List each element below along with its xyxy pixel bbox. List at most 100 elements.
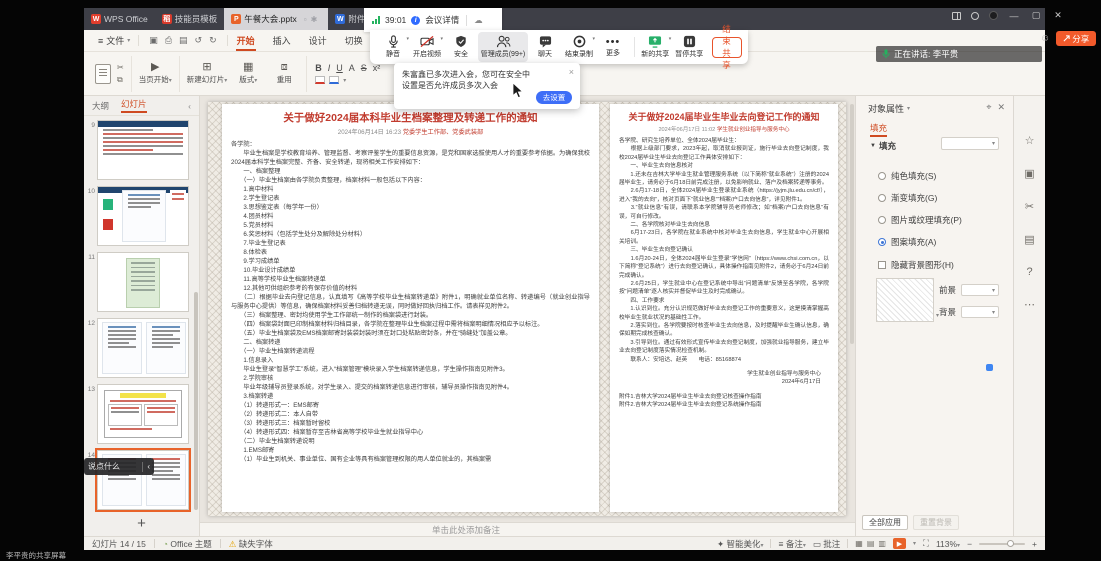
pause-share-button[interactable]: 暂停共享: [672, 32, 706, 62]
slide-thumbnail[interactable]: [97, 384, 189, 444]
tab-restore-icon[interactable]: ▫: [304, 15, 307, 24]
ribbon-tab-transition[interactable]: 切换: [336, 32, 372, 49]
layout-switch-icon[interactable]: [952, 12, 961, 20]
text-color-icon[interactable]: [329, 76, 339, 84]
share-button[interactable]: 分享: [1056, 31, 1096, 46]
print-icon[interactable]: ⎙: [165, 35, 172, 46]
pattern-preview[interactable]: [876, 278, 934, 322]
export-icon[interactable]: ▤: [179, 35, 188, 46]
cut-tool-icon[interactable]: ✂: [1025, 200, 1034, 213]
slideshow-play-button[interactable]: ▶: [893, 538, 906, 549]
maximize-button[interactable]: ▢: [1030, 10, 1042, 21]
zoom-slider[interactable]: [979, 543, 1025, 545]
go-settings-button[interactable]: 去设置: [536, 91, 572, 104]
meeting-detail-link[interactable]: 会议详情: [425, 14, 459, 26]
highlight-color-icon[interactable]: [315, 76, 325, 84]
file-menu-button[interactable]: ≡ 文件 ▾: [90, 34, 138, 47]
new-slide-button[interactable]: ⊞ 新建幻灯片▾: [187, 62, 228, 85]
slide-thumbnail-row[interactable]: 10: [84, 186, 199, 246]
tab-presentation-active[interactable]: P 午餐大会.pptx ▫✱: [224, 8, 328, 30]
panel-scrollbar[interactable]: [194, 292, 198, 510]
slide-canvas[interactable]: 关于做好2024届本科毕业生档案整理及转递工作的通知 2024年06月14日 1…: [200, 96, 855, 522]
slide-thumbnail[interactable]: [97, 120, 189, 180]
copy-icon[interactable]: ⧉: [117, 75, 124, 85]
missing-font-warning[interactable]: ⚠ 缺失字体: [229, 538, 273, 550]
panel-collapse-icon[interactable]: ‹: [188, 101, 191, 111]
comments-button[interactable]: ▭ 批注: [813, 538, 840, 550]
minimize-button[interactable]: —: [1008, 11, 1020, 21]
theme-indicator[interactable]: ◔ Office 主题: [163, 538, 212, 550]
superscript-button[interactable]: x²: [373, 63, 381, 73]
more-icon[interactable]: ⋯: [1024, 298, 1035, 311]
notes-bar[interactable]: 单击此处添加备注: [200, 522, 855, 536]
chevron-down-icon[interactable]: ▾: [907, 105, 910, 112]
selection-handle[interactable]: [986, 364, 993, 371]
save-icon[interactable]: ▣: [149, 35, 158, 46]
left-notice-page[interactable]: 关于做好2024届本科毕业生档案整理及转递工作的通知 2024年06月14日 1…: [222, 104, 599, 512]
radio-pattern-fill[interactable]: 图案填充(A): [878, 236, 936, 248]
apply-all-button[interactable]: 全部应用: [862, 515, 908, 530]
tab-wps-home[interactable]: W WPS Office: [84, 8, 155, 30]
copy-style-icon[interactable]: ▣: [1024, 167, 1034, 180]
more-button[interactable]: ••• 更多: [596, 32, 630, 62]
reading-view-icon[interactable]: ▥: [878, 539, 886, 548]
hide-background-checkbox[interactable]: 隐藏背景图形(H): [878, 259, 954, 271]
foreground-dropdown[interactable]: ▾: [961, 284, 999, 296]
add-slide-button[interactable]: +: [84, 515, 199, 532]
zoom-slider-knob[interactable]: [1007, 540, 1014, 547]
play-from-page-button[interactable]: ▶ 当页开始▾: [139, 62, 172, 85]
fill-section-header[interactable]: ▼ 填充: [870, 140, 896, 152]
mute-button[interactable]: 静音▾: [376, 32, 410, 62]
floating-overlay-chip[interactable]: 说点什么 ‹: [84, 458, 154, 475]
slide-thumbnail[interactable]: [97, 318, 189, 378]
end-share-button[interactable]: 结束共享: [712, 37, 742, 58]
chat-button[interactable]: 聊天: [528, 32, 562, 62]
star-icon[interactable]: ☆: [1025, 134, 1035, 147]
beautify-button[interactable]: ✦ 智能美化▾: [717, 538, 764, 550]
radio-solid-fill[interactable]: 纯色填充(S): [878, 170, 936, 182]
tab-outline[interactable]: 大纲: [92, 100, 109, 112]
reset-background-button[interactable]: 重置背景: [913, 515, 959, 530]
new-share-button[interactable]: 新的共享▾: [638, 32, 672, 62]
chevron-left-icon[interactable]: ‹: [147, 462, 150, 471]
slide-thumbnail-row[interactable]: 12: [84, 318, 199, 378]
notes-button[interactable]: ≡ 备注▾: [778, 538, 805, 550]
normal-view-icon[interactable]: ▦: [855, 539, 863, 548]
chevron-down-icon[interactable]: ▾: [913, 540, 916, 547]
reuse-button[interactable]: ⧈ 重用: [269, 62, 299, 85]
cut-icon[interactable]: ✂: [117, 63, 124, 72]
cloud-record-icon[interactable]: ☁: [474, 15, 483, 26]
resource-icon[interactable]: ▤: [1024, 233, 1034, 246]
slide-thumbnail-row[interactable]: 13: [84, 384, 199, 444]
slide-thumbnail-row[interactable]: 9: [84, 120, 199, 180]
italic-button[interactable]: I: [328, 63, 331, 73]
slide-pattern-background[interactable]: 关于做好2024届本科毕业生档案整理及转递工作的通知 2024年06月14日 1…: [208, 102, 846, 516]
fill-tab[interactable]: 填充: [870, 122, 887, 137]
slide-thumbnail[interactable]: [97, 252, 189, 312]
zoom-out-button[interactable]: −: [967, 539, 972, 549]
assistant-icon[interactable]: [971, 12, 979, 20]
layout-button[interactable]: ▦ 版式▾: [233, 62, 263, 85]
radio-picture-fill[interactable]: 图片或纹理填充(P): [878, 214, 962, 226]
bold-button[interactable]: B: [315, 63, 322, 73]
tab-slides[interactable]: 幻灯片: [121, 98, 147, 113]
font-color-button[interactable]: A: [349, 63, 355, 73]
slide-thumbnail-row[interactable]: 11: [84, 252, 199, 312]
zoom-level[interactable]: 113%▾: [936, 539, 960, 549]
record-button[interactable]: 结束录制▾: [562, 32, 596, 62]
canvas-scrollbar[interactable]: [850, 104, 854, 344]
close-button[interactable]: ✕: [1052, 10, 1064, 21]
ribbon-tab-insert[interactable]: 插入: [264, 32, 300, 49]
paste-icon[interactable]: [95, 64, 111, 84]
manage-members-button[interactable]: 管理成员(99+): [478, 32, 528, 62]
undo-icon[interactable]: ↺: [195, 35, 203, 46]
slide-thumbnail[interactable]: [97, 186, 189, 246]
reaction-icon[interactable]: ☺: [1040, 33, 1050, 44]
fit-screen-icon[interactable]: ⛶: [923, 538, 929, 549]
tab-state-icons[interactable]: ▫✱: [300, 15, 322, 24]
tab-docer-template[interactable]: 稻 技能员模板: [155, 8, 225, 30]
right-notice-page[interactable]: 关于做好2024届毕业生毕业去向登记工作的通知 2024年06月17日 11:0…: [610, 104, 838, 512]
ribbon-tab-home[interactable]: 开始: [228, 32, 264, 49]
pin-icon[interactable]: ⌖: [986, 102, 991, 113]
close-icon[interactable]: ×: [569, 67, 574, 78]
